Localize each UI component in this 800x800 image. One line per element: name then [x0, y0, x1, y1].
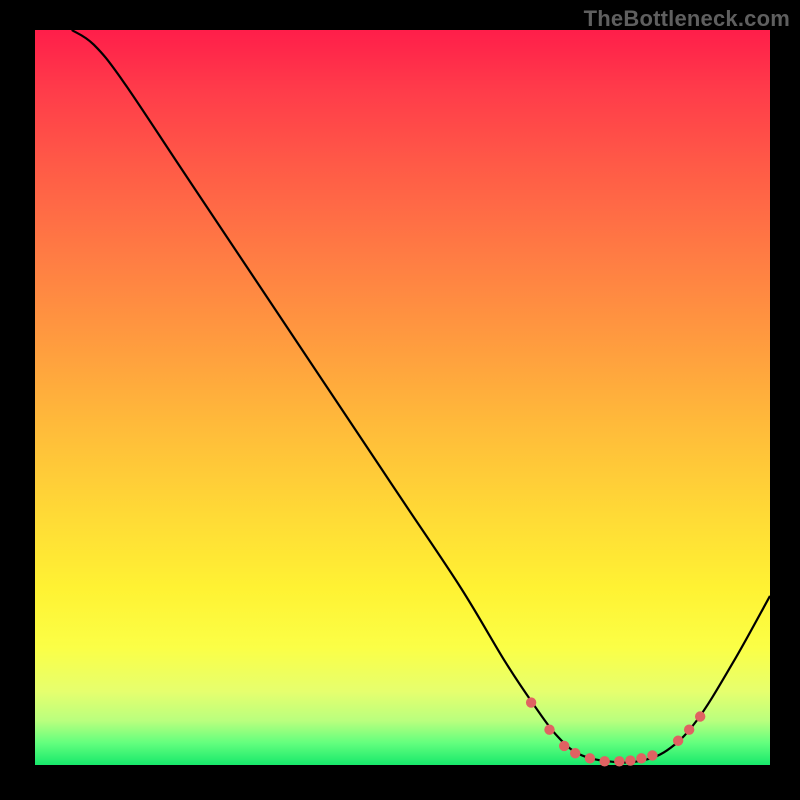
plot-area — [35, 30, 770, 765]
highlight-dot — [585, 753, 595, 763]
highlight-dot — [544, 725, 554, 735]
highlight-dot — [526, 697, 536, 707]
bottleneck-curve — [35, 30, 770, 765]
highlight-dot — [673, 736, 683, 746]
highlight-dot — [599, 756, 609, 766]
highlight-dot — [684, 725, 694, 735]
highlight-dot — [614, 756, 624, 766]
highlight-dot — [570, 748, 580, 758]
highlight-dot — [636, 753, 646, 763]
chart-root: TheBottleneck.com — [0, 0, 800, 800]
highlight-dot — [625, 755, 635, 765]
highlight-dot — [647, 750, 657, 760]
watermark-label: TheBottleneck.com — [584, 6, 790, 32]
curve-path — [72, 30, 770, 763]
highlight-dots — [526, 697, 705, 766]
highlight-dot — [695, 711, 705, 721]
highlight-dot — [559, 741, 569, 751]
